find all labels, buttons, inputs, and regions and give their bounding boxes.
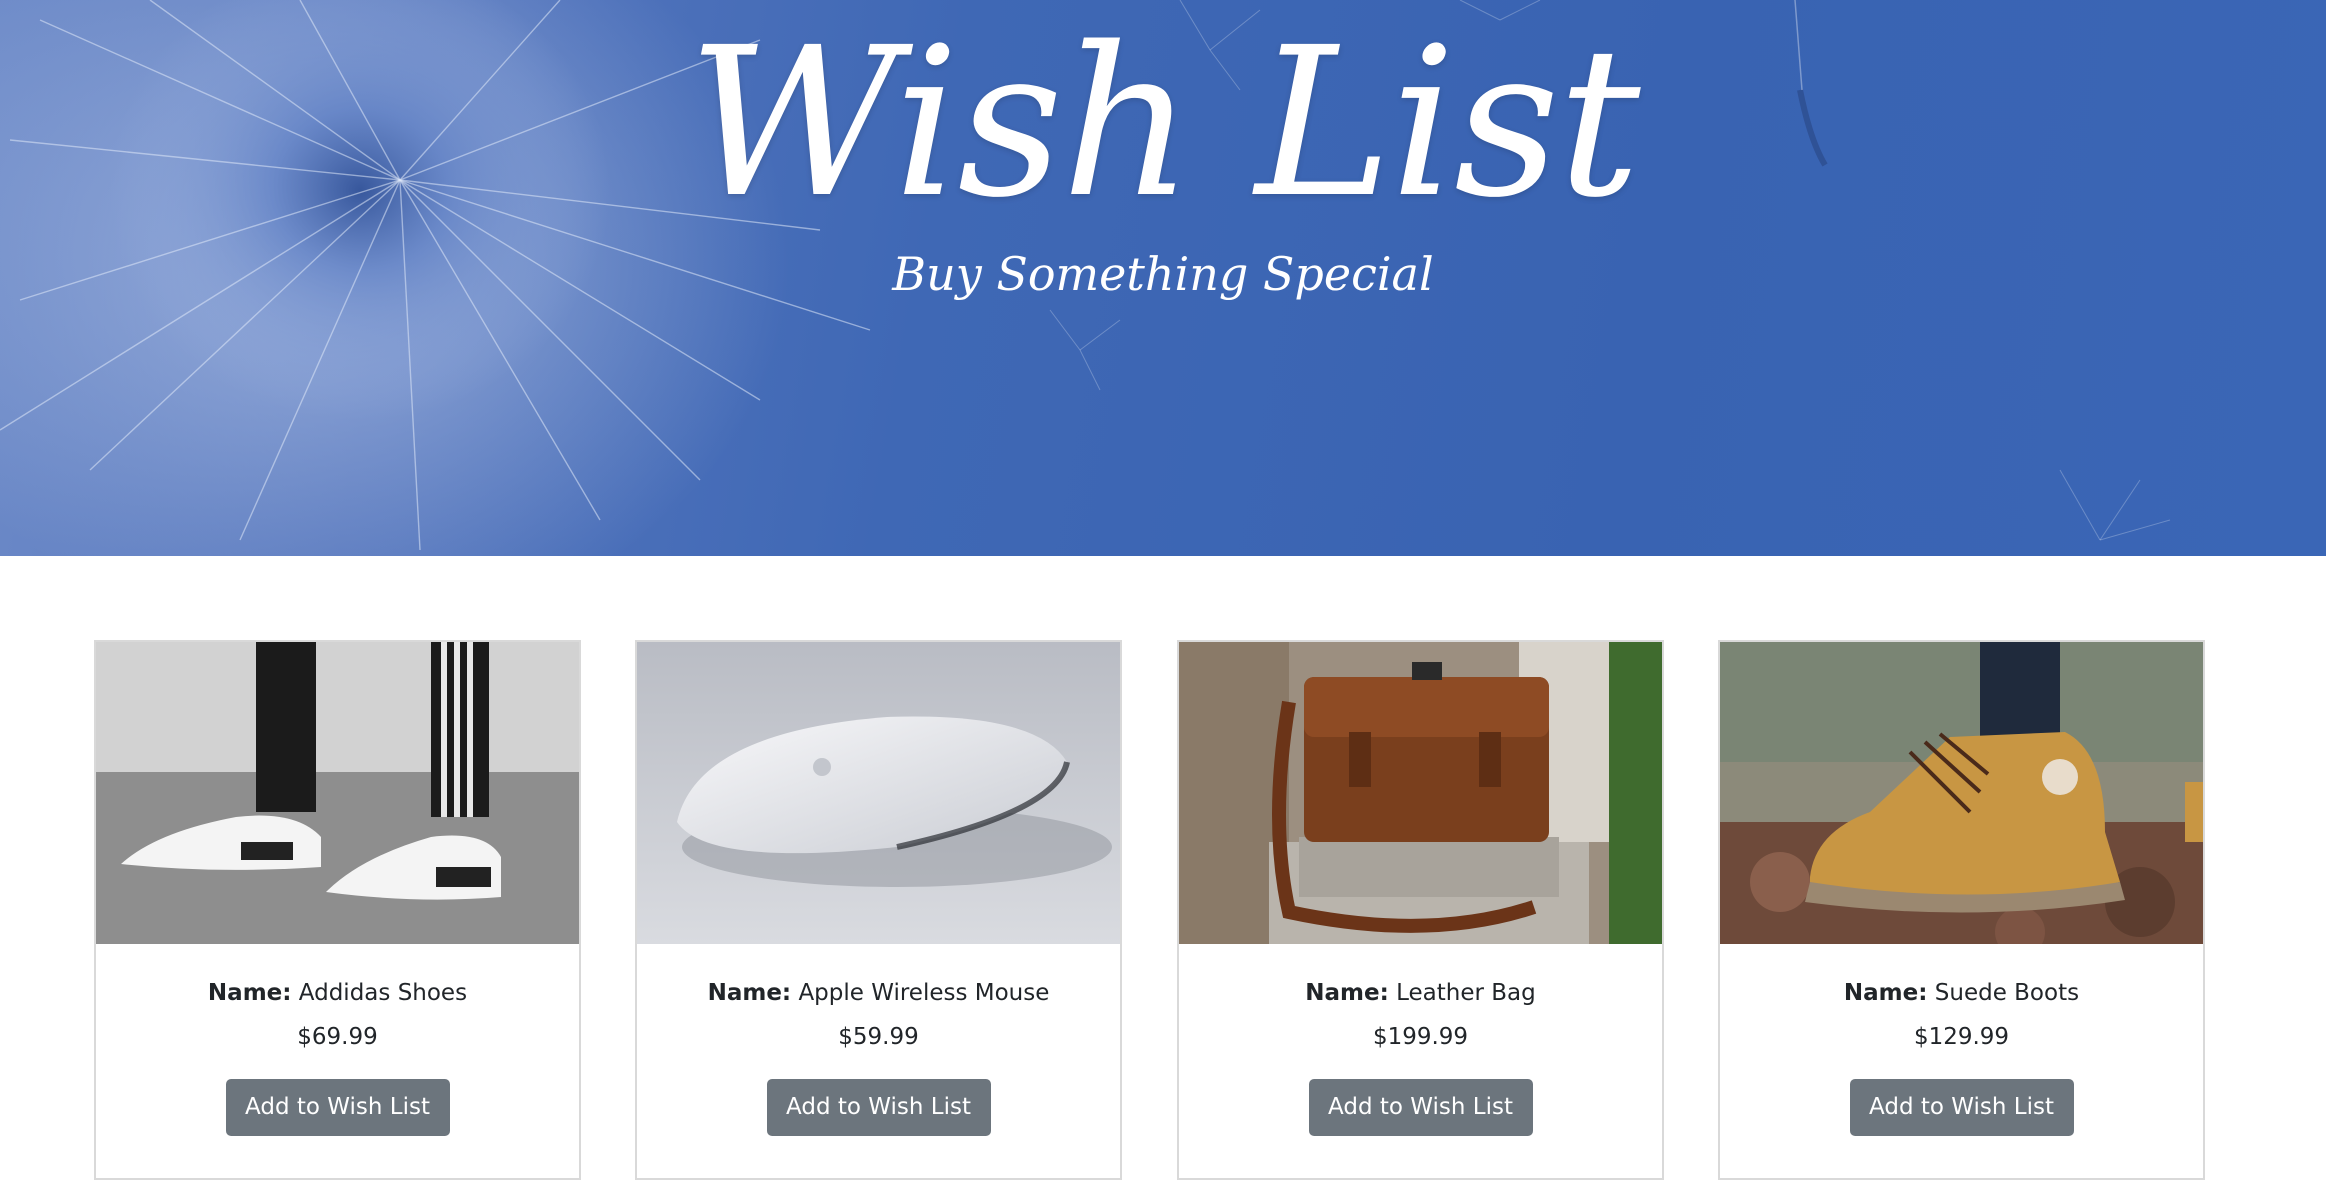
white-sneakers-image <box>96 642 579 944</box>
product-name: Name: Suede Boots <box>1720 978 2203 1008</box>
product-card: Name: Suede Boots $129.99 Add to Wish Li… <box>1718 640 2205 1180</box>
product-price: $129.99 <box>1913 1024 2010 1050</box>
add-to-wish-list-button[interactable]: Add to Wish List <box>766 1079 991 1136</box>
product-name-value: Leather Bag <box>1396 980 1536 1006</box>
add-to-wish-list-button[interactable]: Add to Wish List <box>225 1079 450 1136</box>
product-card: Name: Apple Wireless Mouse $59.99 Add to… <box>635 640 1122 1180</box>
product-name-label: Name: <box>1843 980 1928 1006</box>
product-price: $59.99 <box>838 1024 919 1050</box>
product-name-value: Addidas Shoes <box>298 980 468 1006</box>
product-name-label: Name: <box>707 980 792 1006</box>
product-name-value: Apple Wireless Mouse <box>798 980 1050 1006</box>
suede-boots-image <box>1720 642 2203 944</box>
product-name: Name: Apple Wireless Mouse <box>637 978 1120 1008</box>
white-mouse-image <box>637 642 1120 944</box>
page-title: Wish List <box>687 3 1640 243</box>
page-subtitle: Buy Something Special <box>892 247 1434 301</box>
hero-banner: Wish List Buy Something Special <box>0 0 2326 556</box>
product-name-label: Name: <box>1305 980 1389 1006</box>
product-price: $199.99 <box>1372 1024 1469 1050</box>
product-name-label: Name: <box>207 980 292 1006</box>
product-name: Name: Leather Bag <box>1179 978 1662 1008</box>
product-card: Name: Leather Bag $199.99 Add to Wish Li… <box>1177 640 1664 1180</box>
leather-bag-image <box>1179 642 1662 944</box>
product-price: $69.99 <box>297 1024 378 1050</box>
add-to-wish-list-button[interactable]: Add to Wish List <box>1849 1079 2074 1136</box>
product-name: Name: Addidas Shoes <box>96 978 579 1008</box>
product-name-value: Suede Boots <box>1934 980 2080 1006</box>
product-card: Name: Addidas Shoes $69.99 Add to Wish L… <box>94 640 581 1180</box>
add-to-wish-list-button[interactable]: Add to Wish List <box>1308 1079 1533 1136</box>
